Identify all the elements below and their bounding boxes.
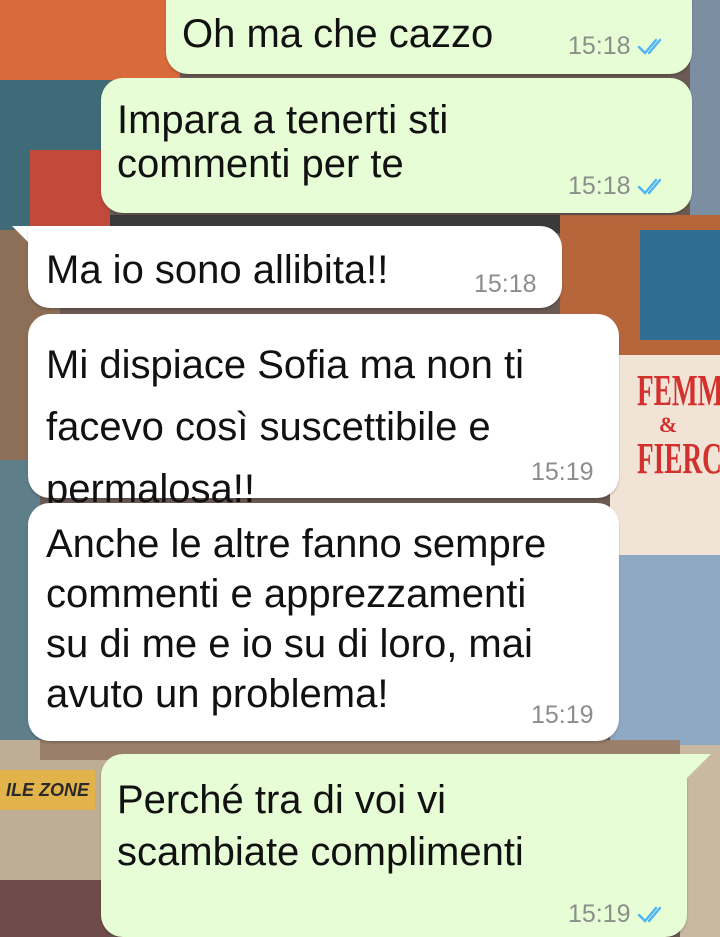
message-text: Impara a tenerti sti commenti per te bbox=[117, 98, 449, 186]
message-text: Mi dispiace Sofia ma non ti facevo così … bbox=[46, 343, 525, 511]
message-time: 15:18 bbox=[568, 32, 631, 60]
message-meta: 15:18 bbox=[568, 32, 669, 60]
message-bubble-outgoing[interactable]: Perché tra di voi vi scambiate complimen… bbox=[101, 754, 687, 937]
message-time: 15:19 bbox=[531, 701, 594, 729]
message-meta: 15:18 bbox=[568, 172, 669, 200]
message-time: 15:19 bbox=[531, 458, 594, 486]
bubble-tail-icon bbox=[687, 754, 711, 778]
message-text: Perché tra di voi vi scambiate complimen… bbox=[117, 778, 524, 874]
message-time: 15:18 bbox=[474, 270, 537, 298]
message-bubble-outgoing[interactable]: Impara a tenerti sti commenti per te 15:… bbox=[101, 78, 692, 213]
message-time: 15:19 bbox=[568, 900, 631, 928]
message-bubble-outgoing[interactable]: Oh ma che cazzo 15:18 bbox=[166, 0, 692, 74]
message-text: Oh ma che cazzo bbox=[182, 12, 494, 56]
message-bubble-incoming[interactable]: Ma io sono allibita!! 15:18 bbox=[28, 226, 562, 308]
chat-messages: Oh ma che cazzo 15:18 Impara a tenerti s… bbox=[0, 0, 720, 937]
message-meta: 15:19 bbox=[568, 900, 669, 928]
message-time: 15:18 bbox=[568, 172, 631, 200]
message-meta: 15:19 bbox=[531, 701, 594, 729]
message-meta: 15:19 bbox=[531, 458, 594, 486]
message-text: Ma io sono allibita!! bbox=[46, 248, 389, 292]
message-text: Anche le altre fanno sempre commenti e a… bbox=[46, 522, 547, 716]
read-ticks-icon bbox=[637, 38, 661, 55]
message-meta: 15:18 bbox=[474, 270, 537, 298]
read-ticks-icon bbox=[637, 906, 661, 923]
message-bubble-incoming[interactable]: Anche le altre fanno sempre commenti e a… bbox=[28, 503, 619, 741]
message-bubble-incoming[interactable]: Mi dispiace Sofia ma non ti facevo così … bbox=[28, 314, 619, 511]
read-ticks-icon bbox=[637, 178, 661, 195]
